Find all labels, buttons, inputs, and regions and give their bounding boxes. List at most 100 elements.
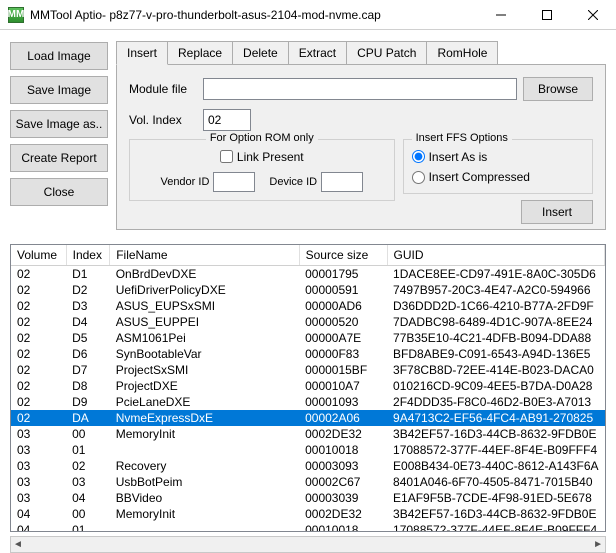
title-bar: MM MMTool Aptio- p8z77-v-pro-thunderbolt… bbox=[0, 0, 616, 30]
table-row[interactable]: 03010001001817088572-377F-44EF-8F4E-B09F… bbox=[11, 442, 605, 458]
close-button[interactable] bbox=[570, 0, 616, 30]
cell-guid: E008B434-0E73-440C-8612-A143F6A bbox=[387, 458, 604, 474]
cell-name: UefiDriverPolicyDXE bbox=[110, 282, 299, 298]
module-file-input[interactable] bbox=[203, 78, 517, 100]
cell-idx: D5 bbox=[66, 330, 110, 346]
cell-guid: D36DDD2D-1C66-4210-B77A-2FD9F bbox=[387, 298, 604, 314]
module-table[interactable]: VolumeIndexFileNameSource sizeGUID 02D1O… bbox=[10, 244, 606, 532]
vol-index-input[interactable] bbox=[203, 109, 251, 131]
cell-name: NvmeExpressDxE bbox=[110, 410, 299, 426]
cell-vol: 03 bbox=[11, 474, 66, 490]
maximize-button[interactable] bbox=[524, 0, 570, 30]
table-row[interactable]: 02D6SynBootableVar00000F83BFD8ABE9-C091-… bbox=[11, 346, 605, 362]
cell-guid: 2F4DDD35-F8C0-46D2-B0E3-A7013 bbox=[387, 394, 604, 410]
cell-idx: 03 bbox=[66, 474, 110, 490]
column-header[interactable]: FileName bbox=[110, 245, 299, 266]
table-row[interactable]: 0304BBVideo00003039E1AF9F5B-7CDE-4F98-91… bbox=[11, 490, 605, 506]
cell-size: 00000A7E bbox=[299, 330, 387, 346]
cell-idx: 00 bbox=[66, 426, 110, 442]
table-row[interactable]: 0300MemoryInit0002DE323B42EF57-16D3-44CB… bbox=[11, 426, 605, 442]
sidebar-btn-load-image[interactable]: Load Image bbox=[10, 42, 108, 70]
link-present-checkbox[interactable]: Link Present bbox=[220, 150, 304, 164]
cell-vol: 02 bbox=[11, 394, 66, 410]
column-header[interactable]: Volume bbox=[11, 245, 66, 266]
horizontal-scrollbar[interactable]: ◄ ► bbox=[10, 536, 606, 553]
cell-size: 00000F83 bbox=[299, 346, 387, 362]
sidebar-btn-create-report[interactable]: Create Report bbox=[10, 144, 108, 172]
cell-guid: 010216CD-9C09-4EE5-B7DA-D0A28 bbox=[387, 378, 604, 394]
table-row[interactable]: 02D5ASM1061Pei00000A7E77B35E10-4C21-4DFB… bbox=[11, 330, 605, 346]
option-rom-group: For Option ROM only Link Present Vendor … bbox=[129, 139, 395, 201]
cell-name: BBVideo bbox=[110, 490, 299, 506]
sidebar-btn-close[interactable]: Close bbox=[10, 178, 108, 206]
cell-guid: 77B35E10-4C21-4DFB-B094-DDA88 bbox=[387, 330, 604, 346]
table-row[interactable]: 04010001001817088572-377F-44EF-8F4E-B09F… bbox=[11, 522, 605, 532]
module-file-label: Module file bbox=[129, 82, 197, 96]
cell-guid: BFD8ABE9-C091-6543-A94D-136E5 bbox=[387, 346, 604, 362]
table-row[interactable]: 02D7ProjectSxSMI0000015BF3F78CB8D-72EE-4… bbox=[11, 362, 605, 378]
cell-guid: 9A4713C2-EF56-4FC4-AB91-270825 bbox=[387, 410, 604, 426]
table-row[interactable]: 0400MemoryInit0002DE323B42EF57-16D3-44CB… bbox=[11, 506, 605, 522]
cell-vol: 04 bbox=[11, 522, 66, 532]
cell-size: 00003093 bbox=[299, 458, 387, 474]
vendor-id-input[interactable] bbox=[213, 172, 255, 192]
cell-idx: D4 bbox=[66, 314, 110, 330]
cell-vol: 02 bbox=[11, 346, 66, 362]
tab-romhole[interactable]: RomHole bbox=[427, 41, 498, 65]
sidebar-btn-save-image[interactable]: Save Image bbox=[10, 76, 108, 104]
tab-replace[interactable]: Replace bbox=[168, 41, 233, 65]
tab-body-insert: Module file Browse Vol. Index For Option… bbox=[116, 64, 606, 230]
cell-idx: 00 bbox=[66, 506, 110, 522]
cell-guid: 8401A046-6F70-4505-8471-7015B40 bbox=[387, 474, 604, 490]
option-rom-legend: For Option ROM only bbox=[206, 132, 318, 144]
cell-vol: 03 bbox=[11, 490, 66, 506]
tab-delete[interactable]: Delete bbox=[233, 41, 289, 65]
cell-guid: 7DADBC98-6489-4D1C-907A-8EE24 bbox=[387, 314, 604, 330]
cell-idx: D6 bbox=[66, 346, 110, 362]
tab-insert[interactable]: Insert bbox=[116, 41, 168, 65]
cell-vol: 02 bbox=[11, 330, 66, 346]
scroll-right-icon[interactable]: ► bbox=[593, 539, 603, 550]
table-row[interactable]: 02D3ASUS_EUPSxSMI00000AD6D36DDD2D-1C66-4… bbox=[11, 298, 605, 314]
ffs-options-group: Insert FFS Options Insert As is Insert C… bbox=[403, 139, 593, 194]
column-header[interactable]: GUID bbox=[387, 245, 604, 266]
column-header[interactable]: Index bbox=[66, 245, 110, 266]
table-row[interactable]: 0302Recovery00003093E008B434-0E73-440C-8… bbox=[11, 458, 605, 474]
cell-idx: D7 bbox=[66, 362, 110, 378]
cell-size: 00010018 bbox=[299, 522, 387, 532]
vendor-id-label: Vendor ID bbox=[160, 176, 209, 188]
device-id-input[interactable] bbox=[321, 172, 363, 192]
table-row[interactable]: 02D8ProjectDXE000010A7010216CD-9C09-4EE5… bbox=[11, 378, 605, 394]
cell-vol: 02 bbox=[11, 298, 66, 314]
window-title: MMTool Aptio- p8z77-v-pro-thunderbolt-as… bbox=[30, 8, 478, 22]
insert-button[interactable]: Insert bbox=[521, 200, 593, 224]
cell-idx: D9 bbox=[66, 394, 110, 410]
cell-name: SynBootableVar bbox=[110, 346, 299, 362]
minimize-button[interactable] bbox=[478, 0, 524, 30]
cell-guid: 3F78CB8D-72EE-414E-B023-DACA0 bbox=[387, 362, 604, 378]
table-row[interactable]: 02D1OnBrdDevDXE000017951DACE8EE-CD97-491… bbox=[11, 266, 605, 283]
insert-compressed-radio[interactable]: Insert Compressed bbox=[412, 170, 530, 184]
browse-button[interactable]: Browse bbox=[523, 77, 593, 101]
ffs-options-legend: Insert FFS Options bbox=[412, 132, 512, 144]
cell-vol: 02 bbox=[11, 314, 66, 330]
cell-vol: 02 bbox=[11, 410, 66, 426]
scroll-left-icon[interactable]: ◄ bbox=[13, 539, 23, 550]
cell-size: 00003039 bbox=[299, 490, 387, 506]
column-header[interactable]: Source size bbox=[299, 245, 387, 266]
cell-size: 000010A7 bbox=[299, 378, 387, 394]
table-row[interactable]: 02D2UefiDriverPolicyDXE000005917497B957-… bbox=[11, 282, 605, 298]
table-row[interactable]: 0303UsbBotPeim00002C678401A046-6F70-4505… bbox=[11, 474, 605, 490]
table-row[interactable]: 02D4ASUS_EUPPEI000005207DADBC98-6489-4D1… bbox=[11, 314, 605, 330]
insert-as-is-radio[interactable]: Insert As is bbox=[412, 150, 488, 164]
sidebar-btn-save-image-as-[interactable]: Save Image as.. bbox=[10, 110, 108, 138]
tab-extract[interactable]: Extract bbox=[289, 41, 347, 65]
tab-cpu-patch[interactable]: CPU Patch bbox=[347, 41, 427, 65]
table-row[interactable]: 02DANvmeExpressDxE00002A069A4713C2-EF56-… bbox=[11, 410, 605, 426]
cell-name: ASUS_EUPPEI bbox=[110, 314, 299, 330]
cell-idx: D8 bbox=[66, 378, 110, 394]
cell-vol: 03 bbox=[11, 426, 66, 442]
cell-size: 00000AD6 bbox=[299, 298, 387, 314]
table-row[interactable]: 02D9PcieLaneDXE000010932F4DDD35-F8C0-46D… bbox=[11, 394, 605, 410]
cell-guid: 1DACE8EE-CD97-491E-8A0C-305D6 bbox=[387, 266, 604, 283]
